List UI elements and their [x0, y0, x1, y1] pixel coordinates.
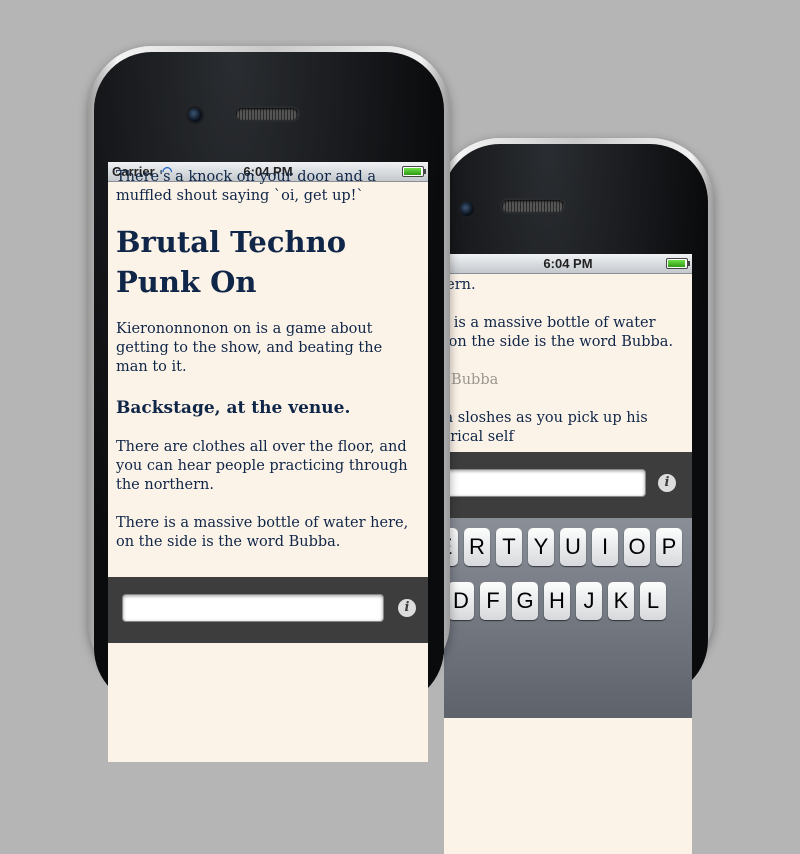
front-phone-screen: Carrier ◠ 6:04 PM There's a knock on you… — [108, 162, 428, 762]
previous-command: > get Bubba — [444, 372, 499, 388]
key-u[interactable]: U — [560, 528, 586, 566]
key-d[interactable]: D — [448, 582, 474, 620]
key-y[interactable]: Y — [528, 528, 554, 566]
room-description: There are clothes all over the floor, an… — [116, 439, 408, 493]
story-line: Bubba sloshes as you pick up his cylindr… — [444, 410, 648, 445]
command-input[interactable] — [122, 594, 384, 622]
info-icon[interactable]: i — [658, 474, 676, 492]
key-f[interactable]: F — [480, 582, 506, 620]
battery-icon — [666, 258, 690, 269]
command-bar: i — [108, 577, 428, 643]
key-o[interactable]: O — [624, 528, 650, 566]
earpiece-speaker — [502, 200, 564, 212]
key-h[interactable]: H — [544, 582, 570, 620]
game-title: Brutal Techno Punk On — [116, 225, 347, 299]
intro-line: There's a knock on your door and a — [116, 169, 377, 185]
game-description: Kierononnonon on is a game about getting… — [116, 321, 383, 375]
status-bar: 6:04 PM — [444, 254, 692, 274]
story-text: northern. There is a massive bottle of w… — [444, 276, 692, 466]
intro-line: muffled shout saying `oi, get up!` — [116, 188, 364, 204]
command-bar: i — [444, 452, 692, 518]
key-g[interactable]: G — [512, 582, 538, 620]
story-line: northern. — [444, 277, 476, 293]
front-camera — [460, 202, 474, 216]
location-heading: Backstage, at the venue. — [116, 398, 351, 418]
earpiece-speaker — [236, 108, 298, 120]
key-j[interactable]: J — [576, 582, 602, 620]
back-phone: 6:04 PM northern. There is a massive bot… — [436, 138, 714, 854]
key-l[interactable]: L — [640, 582, 666, 620]
story-text: There's a knock on your door and a muffl… — [116, 168, 416, 571]
keyboard: E R T Y U I O P D F G H J K L — [444, 518, 692, 718]
key-k[interactable]: K — [608, 582, 634, 620]
key-i[interactable]: I — [592, 528, 618, 566]
key-p[interactable]: P — [656, 528, 682, 566]
key-t[interactable]: T — [496, 528, 522, 566]
water-description: There is a massive bottle of water here,… — [116, 515, 409, 550]
front-phone: Carrier ◠ 6:04 PM There's a knock on you… — [88, 46, 450, 762]
back-phone-screen: 6:04 PM northern. There is a massive bot… — [444, 254, 692, 854]
status-time: 6:04 PM — [543, 256, 593, 271]
front-camera — [188, 108, 202, 122]
info-icon[interactable]: i — [398, 599, 416, 617]
story-line: There is a massive bottle of water here,… — [444, 315, 674, 350]
key-r[interactable]: R — [464, 528, 490, 566]
command-input[interactable] — [444, 469, 646, 497]
